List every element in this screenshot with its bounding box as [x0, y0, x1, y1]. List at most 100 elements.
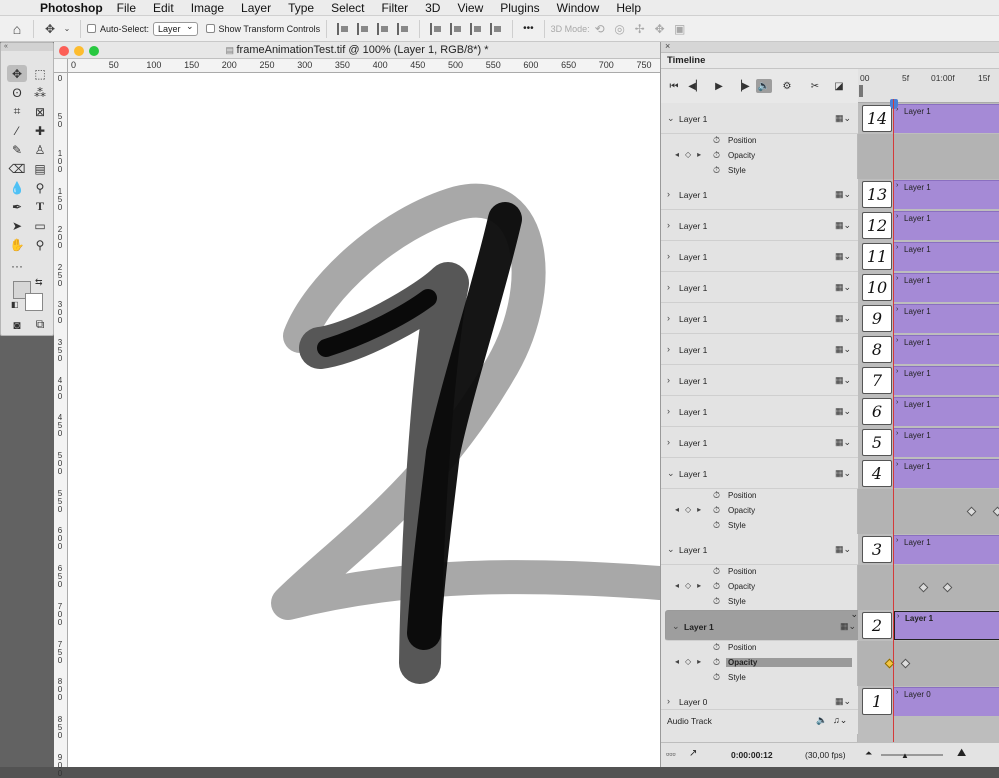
timeline-layer-row[interactable]: ⌄ Layer 1 ▦⌄	[661, 458, 858, 489]
chevron-down-icon[interactable]: ⌄	[667, 113, 675, 124]
chevron-right-icon[interactable]: ›	[667, 696, 670, 706]
render-video-icon[interactable]: ↗	[689, 748, 697, 759]
clip-options-icon[interactable]: ›	[896, 337, 898, 344]
clip-options-icon[interactable]: ›	[896, 306, 898, 313]
play-icon[interactable]: ▶	[711, 79, 727, 93]
menu-filter[interactable]: Filter	[381, 1, 408, 15]
property-row[interactable]: ◂◇▸ ⏱ Opacity	[661, 656, 858, 671]
property-row[interactable]: ⏱ Position	[661, 565, 858, 580]
chevron-down-icon[interactable]: ⌄	[672, 621, 680, 632]
stopwatch-icon[interactable]: ⏱	[713, 490, 720, 501]
chevron-right-icon[interactable]: ›	[667, 220, 670, 230]
property-row[interactable]: ◂◇▸ ⏱ Opacity	[661, 580, 858, 595]
film-strip-icon[interactable]: ▦⌄	[835, 406, 851, 417]
layer-clip[interactable]: › Layer 1	[894, 104, 999, 133]
convert-to-frame-animation-icon[interactable]: ▫▫▫	[666, 749, 676, 759]
stopwatch-icon[interactable]: ⏱	[713, 596, 720, 607]
clip-options-icon[interactable]: ›	[896, 213, 898, 220]
close-window-icon[interactable]	[59, 46, 69, 56]
timeline-layer-row[interactable]: › Layer 1 ▦⌄	[661, 334, 858, 365]
layer-clip[interactable]: › Layer 1	[894, 459, 999, 488]
clip-options-icon[interactable]: ›	[896, 244, 898, 251]
swap-colors-icon[interactable]: ⇆	[35, 277, 43, 288]
path-selection-tool-icon[interactable]: ➤	[7, 217, 27, 234]
move-tool-icon[interactable]: ✥	[43, 22, 57, 36]
playback-settings-icon[interactable]: ⚙	[779, 79, 795, 93]
stopwatch-icon[interactable]: ⏱	[713, 520, 720, 531]
3d-scale-icon[interactable]: ▣	[673, 22, 687, 36]
ruler-origin[interactable]	[54, 59, 68, 73]
timeline-layer-row[interactable]: › Layer 1 ▦⌄	[661, 365, 858, 396]
lasso-tool-icon[interactable]: ʘ	[7, 84, 27, 101]
menu-image[interactable]: Image	[191, 1, 224, 15]
timeline-tracks[interactable]: 00 5f 01:00f 15f › Layer 1 14 › Layer 1 13 › La…	[858, 69, 999, 742]
keyframe-navigator-icon[interactable]: ◂◇▸	[675, 150, 707, 159]
go-to-first-frame-icon[interactable]: ⏮	[666, 79, 682, 93]
align-center-icon[interactable]	[357, 22, 369, 35]
transition-icon[interactable]: ◪	[831, 79, 847, 93]
timeline-layer-row[interactable]: › Layer 1 ▦⌄	[661, 272, 858, 303]
layer-clip[interactable]: › Layer 1	[894, 273, 999, 302]
chevron-right-icon[interactable]: ›	[667, 313, 670, 323]
timeline-tab[interactable]: Timeline	[661, 53, 999, 69]
marquee-tool-icon[interactable]: ⬚	[30, 65, 50, 82]
timeline-layer-row[interactable]: › Layer 1 ▦⌄	[661, 303, 858, 334]
frame-tool-icon[interactable]: ⊠	[30, 103, 50, 120]
property-row[interactable]: ⏱ Style	[661, 164, 858, 179]
chevron-right-icon[interactable]: ›	[667, 282, 670, 292]
layer-clip[interactable]: › Layer 1	[894, 335, 999, 364]
stopwatch-icon[interactable]: ⏱	[713, 165, 720, 176]
dodge-tool-icon[interactable]: ⚲	[30, 179, 50, 196]
property-row[interactable]: ⏱ Style	[661, 671, 858, 686]
layer-clip[interactable]: › Layer 1	[894, 211, 999, 240]
auto-select-checkbox[interactable]	[87, 24, 96, 33]
property-row[interactable]: ◂◇▸ ⏱ Opacity	[661, 149, 858, 164]
menu-type[interactable]: Type	[288, 1, 314, 15]
rectangle-tool-icon[interactable]: ▭	[30, 217, 50, 234]
stamp-tool-icon[interactable]: ♙	[30, 141, 50, 158]
more-options-icon[interactable]: •••	[523, 23, 534, 34]
clip-options-icon[interactable]: ›	[896, 182, 898, 189]
chevron-right-icon[interactable]: ›	[667, 406, 670, 416]
magic-wand-tool-icon[interactable]: ⁂	[30, 84, 50, 101]
keyframe-navigator-icon[interactable]: ◂◇▸	[675, 581, 707, 590]
timeline-layer-row[interactable]: › Layer 1 ▦⌄	[661, 241, 858, 272]
zoom-tool-icon[interactable]: ⚲	[30, 236, 50, 253]
chevron-right-icon[interactable]: ›	[667, 189, 670, 199]
clip-options-icon[interactable]: ›	[896, 430, 898, 437]
timeline-layer-row[interactable]: › Layer 1 ▦⌄	[661, 210, 858, 241]
zoom-slider-track[interactable]	[881, 754, 943, 756]
menu-window[interactable]: Window	[557, 1, 600, 15]
stopwatch-icon[interactable]: ⏱	[713, 135, 720, 146]
film-strip-icon[interactable]: ▦⌄	[835, 220, 851, 231]
timeline-layer-row[interactable]: › Layer 1 ▦⌄	[661, 179, 858, 210]
chevron-right-icon[interactable]: ›	[667, 251, 670, 261]
layer-clip[interactable]: › Layer 0	[894, 687, 999, 716]
menu-select[interactable]: Select	[331, 1, 364, 15]
clip-options-icon[interactable]: ›	[896, 689, 898, 696]
audio-volume-icon[interactable]: 🔈	[816, 715, 827, 726]
menu-edit[interactable]: Edit	[153, 1, 174, 15]
menu-view[interactable]: View	[457, 1, 483, 15]
work-area-start-handle[interactable]	[859, 85, 863, 97]
film-strip-icon[interactable]: ▦⌄	[835, 375, 851, 386]
clip-options-icon[interactable]: ›	[897, 613, 899, 620]
horizontal-ruler[interactable]: 0 50 100 150 200 250 300 350 400 450 500 550 600 650 7…	[68, 59, 660, 73]
film-strip-icon[interactable]: ▦⌄	[835, 313, 851, 324]
timeline-layer-row[interactable]: › Layer 1 ▦⌄	[661, 427, 858, 458]
tools-collapse-icon[interactable]: «	[1, 43, 53, 51]
property-row[interactable]: ⏱ Position	[661, 641, 858, 656]
zoom-slider-thumb[interactable]: ▲	[901, 751, 909, 760]
split-at-playhead-icon[interactable]: ✂	[807, 79, 823, 93]
film-strip-icon[interactable]: ▦⌄	[835, 113, 851, 124]
film-strip-icon[interactable]: ▦⌄	[835, 282, 851, 293]
clip-options-icon[interactable]: ›	[896, 461, 898, 468]
next-frame-icon[interactable]: ▕▶	[734, 79, 750, 93]
property-row[interactable]: ⏱ Position	[661, 134, 858, 149]
eraser-tool-icon[interactable]: ⌫	[7, 160, 27, 177]
align-top-icon[interactable]	[430, 22, 442, 35]
stopwatch-icon[interactable]: ⏱	[713, 150, 720, 161]
timeline-layer-row[interactable]: ⌄ Layer 1 ▦⌄	[661, 534, 858, 565]
timeline-layer-row[interactable]: › Layer 1 ▦⌄	[661, 396, 858, 427]
canvas[interactable]	[68, 73, 660, 767]
